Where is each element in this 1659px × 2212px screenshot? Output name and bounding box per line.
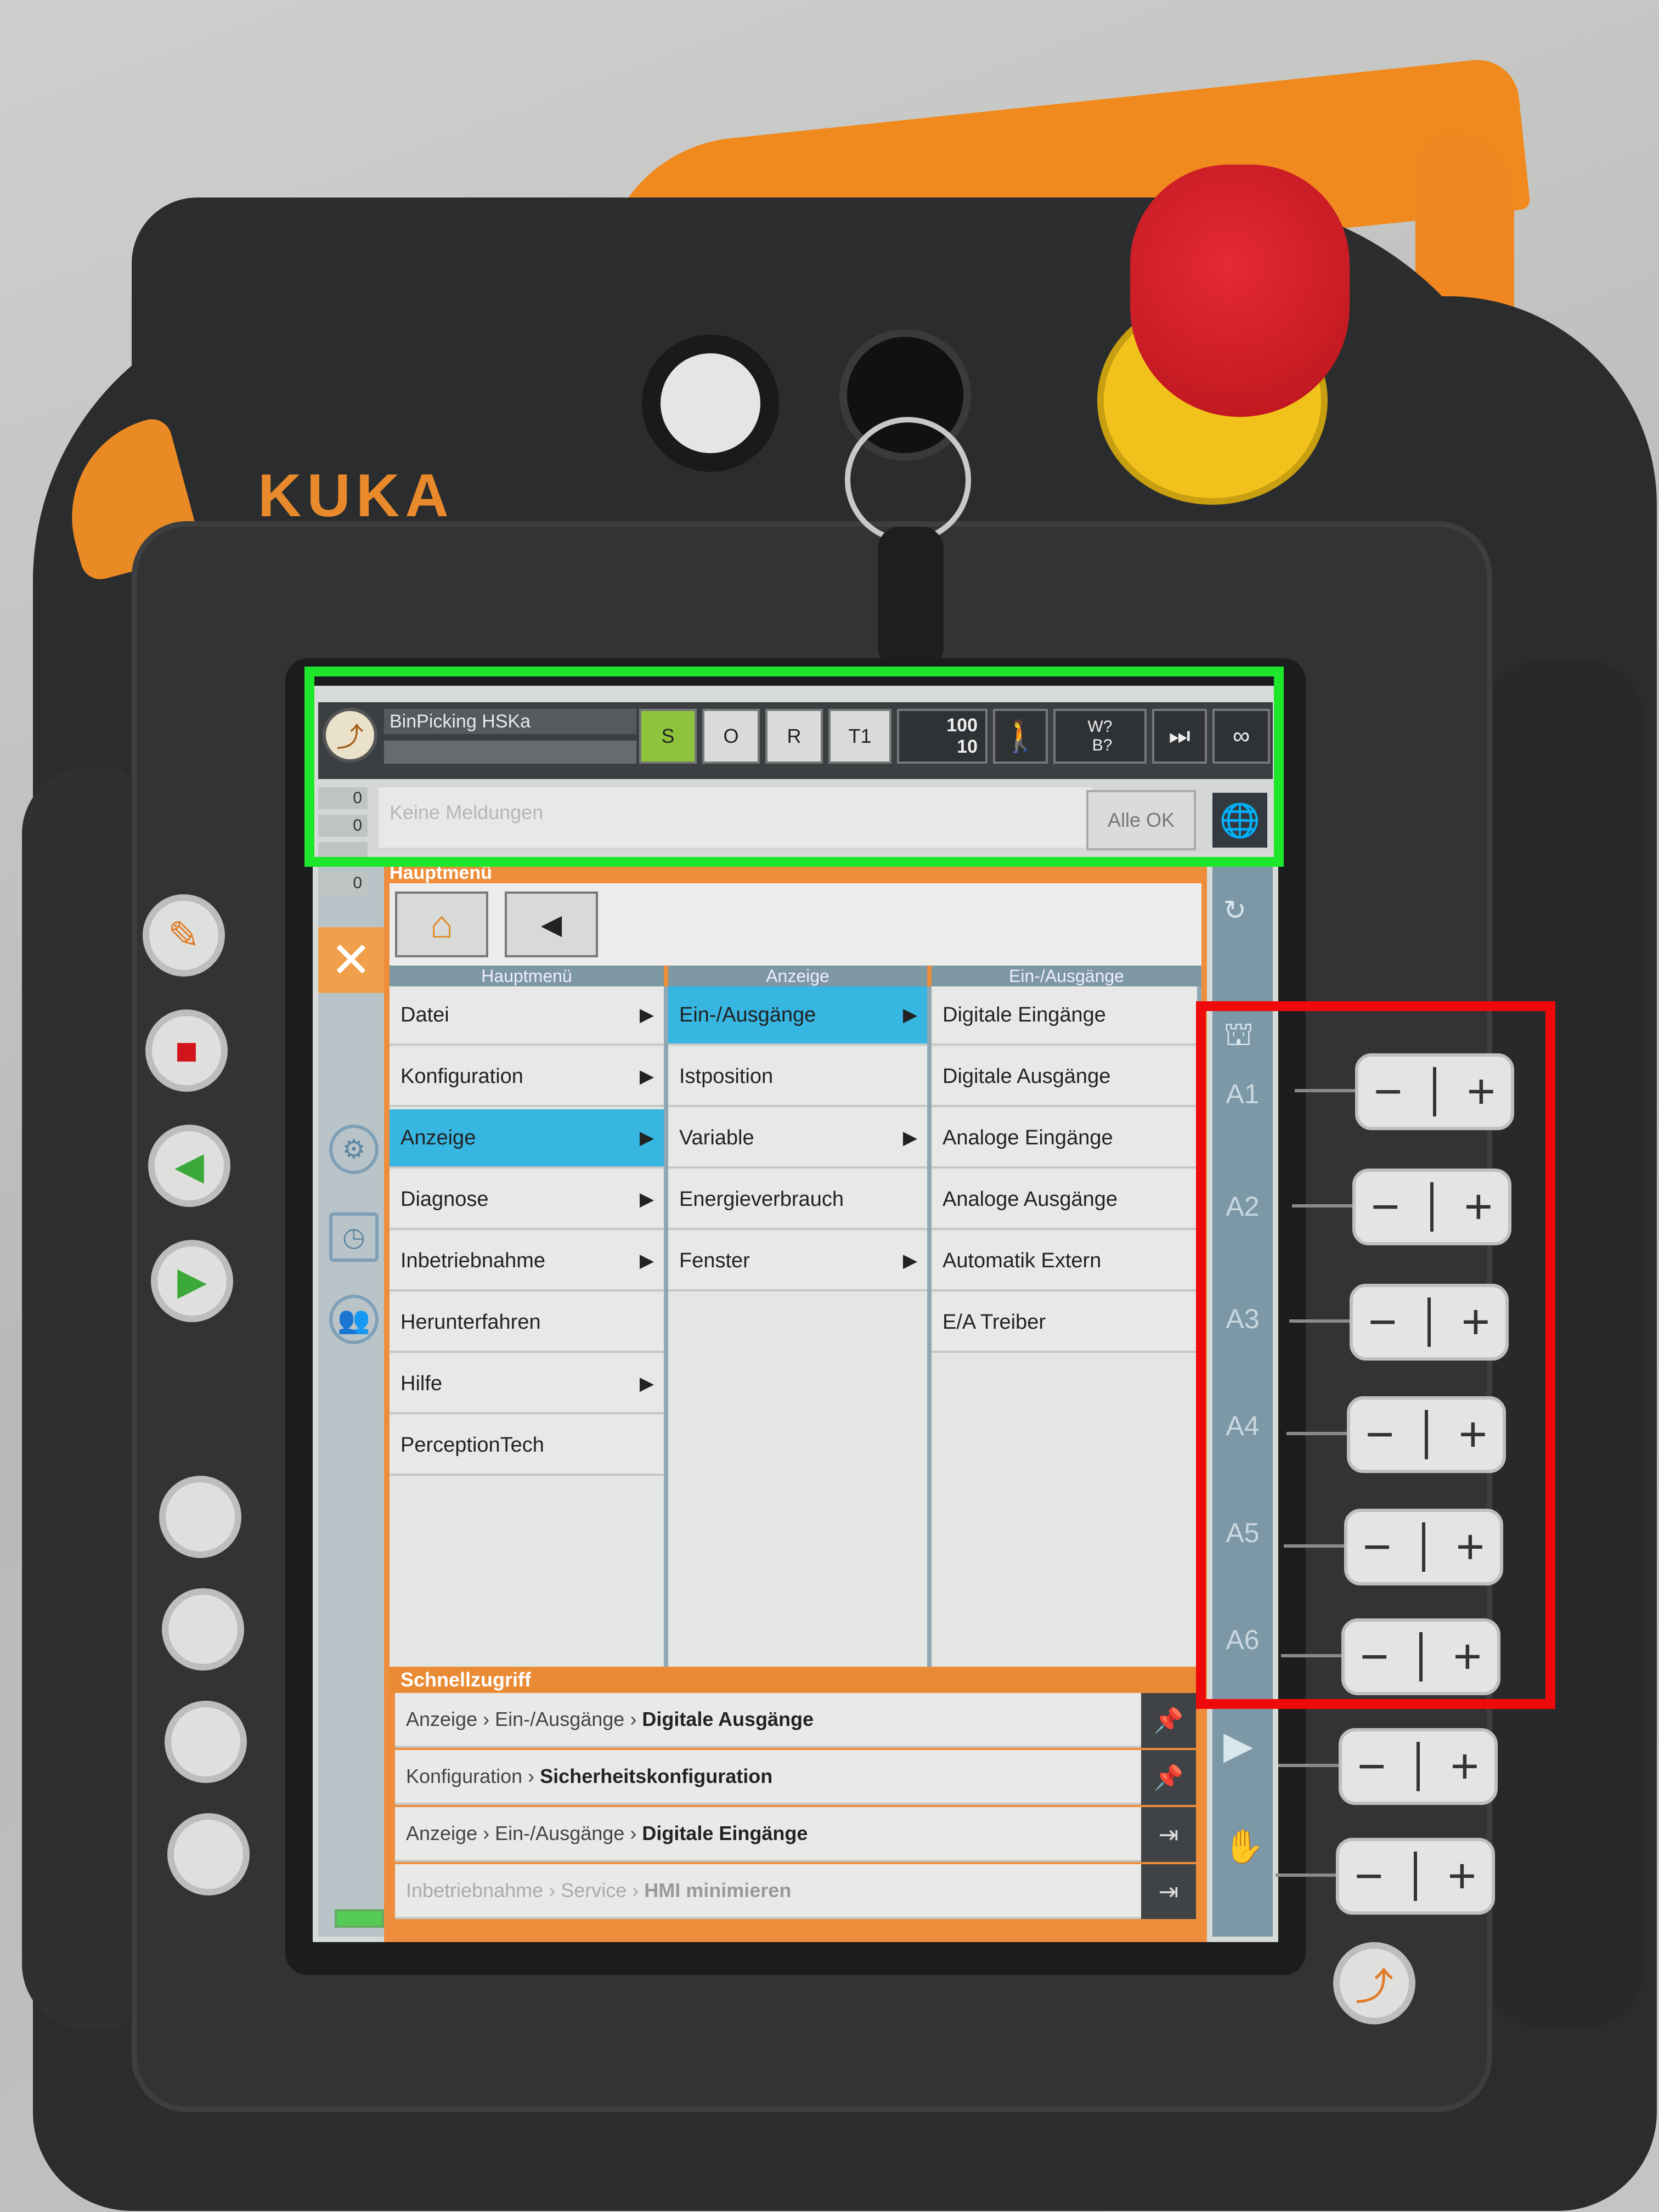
quick-access-title: Schnellzugriff	[390, 1668, 1201, 1692]
key	[878, 527, 944, 669]
submenu-arrow-icon: ▶	[902, 1250, 917, 1271]
pin-icon[interactable]: ⇥	[1141, 1864, 1196, 1919]
users-icon[interactable]: 👥	[329, 1295, 379, 1344]
quick-access-row[interactable]: Inbetriebnahme › Service › HMI minimieren…	[395, 1864, 1196, 1919]
override-jog-key[interactable]: − +	[1336, 1838, 1495, 1915]
menu-item-diagnose[interactable]: Diagnose ▶	[390, 1171, 664, 1230]
jog-connector	[1278, 1764, 1344, 1767]
menu-item-hilfe[interactable]: Hilfe ▶	[390, 1355, 664, 1414]
hmi-screen: ⤴ BinPicking HSKa S O R T1 100 10 🚶 W? B…	[313, 686, 1278, 1942]
kuka-logo: KUKA	[258, 462, 454, 529]
menu-item-analoge-ausgaenge[interactable]: Analoge Ausgänge	[932, 1171, 1197, 1230]
menu-column-main: Datei ▶ Konfiguration ▶ Anzeige ▶ Diagnose ▶…	[390, 986, 668, 1667]
highlight-jog-keys	[1196, 1001, 1555, 1709]
start-backward-icon-button[interactable]: ◀	[148, 1125, 230, 1207]
menu-item-automatik-extern[interactable]: Automatik Extern	[932, 1232, 1197, 1291]
menu-item-ein-ausgaenge[interactable]: Ein-/Ausgänge ▶	[668, 986, 927, 1046]
left-grip	[22, 768, 132, 2030]
gear-icon[interactable]: ⚙	[329, 1125, 379, 1174]
left-rail	[318, 861, 384, 1937]
menu-item-ea-treiber[interactable]: E/A Treiber	[932, 1294, 1197, 1353]
menu-item-anzeige[interactable]: Anzeige ▶	[390, 1109, 664, 1169]
submenu-arrow-icon: ▶	[639, 1127, 654, 1148]
jog-connector	[1276, 1874, 1341, 1877]
menu-item-energieverbrauch[interactable]: Energieverbrauch	[668, 1171, 927, 1230]
status-key-2[interactable]	[162, 1588, 244, 1671]
key-ring	[845, 417, 971, 543]
submenu-arrow-icon: ▶	[902, 1127, 917, 1148]
submenu-arrow-icon: ▶	[639, 1005, 654, 1025]
submenu-arrow-icon: ▶	[902, 1005, 917, 1025]
menu-item-istposition[interactable]: Istposition	[668, 1048, 927, 1107]
column-header-anzeige: Anzeige	[668, 966, 927, 986]
close-icon[interactable]: ✕	[318, 927, 384, 993]
menu-item-digitale-ausgaenge[interactable]: Digitale Ausgänge	[932, 1048, 1197, 1107]
menu-item-analoge-eingaenge[interactable]: Analoge Eingänge	[932, 1109, 1197, 1169]
clock-icon[interactable]: ◷	[329, 1212, 379, 1262]
robot-icon-button[interactable]: ⤴	[1333, 1942, 1415, 2024]
status-key-1[interactable]	[159, 1476, 241, 1558]
submenu-arrow-icon: ▶	[639, 1250, 654, 1271]
menu-item-digitale-eingaenge[interactable]: Digitale Eingänge	[932, 986, 1197, 1046]
pin-icon[interactable]: ⇥	[1141, 1807, 1196, 1862]
rotate-icon[interactable]: ↻	[1223, 894, 1246, 926]
hand-icon[interactable]: ✋	[1223, 1827, 1265, 1866]
pencil-icon-button[interactable]: ✎	[143, 894, 225, 977]
column-header-main: Hauptmenü	[390, 966, 664, 986]
quick-access-row[interactable]: Anzeige › Ein-/Ausgänge › Digitale Ausgän…	[395, 1693, 1196, 1748]
disconnect-button[interactable]	[642, 335, 779, 472]
menu-item-perceptiontech[interactable]: PerceptionTech	[390, 1417, 664, 1476]
menu-item-herunterfahren[interactable]: Herunterfahren	[390, 1294, 664, 1353]
pin-icon[interactable]: 📌	[1141, 1693, 1196, 1748]
menu-item-variable[interactable]: Variable ▶	[668, 1109, 927, 1169]
menu-item-fenster[interactable]: Fenster ▶	[668, 1232, 927, 1291]
stop-icon-button[interactable]: ■	[145, 1009, 228, 1092]
status-key-3[interactable]	[165, 1701, 247, 1783]
emergency-stop-button[interactable]	[1130, 165, 1350, 417]
highlight-status-bar	[304, 667, 1284, 867]
menu-column-anzeige: Ein-/Ausgänge ▶ Istposition Variable ▶ Ene…	[668, 986, 932, 1667]
submenu-arrow-icon: ▶	[639, 1066, 654, 1087]
pin-icon[interactable]: 📌	[1141, 1750, 1196, 1805]
back-icon[interactable]: ◀	[505, 891, 598, 957]
menu-column-io: Digitale Eingänge Digitale Ausgänge Anal…	[932, 986, 1201, 1667]
status-key-4[interactable]	[167, 1813, 250, 1895]
column-header-io: Ein-/Ausgänge	[932, 966, 1201, 986]
quick-access-row[interactable]: Anzeige › Ein-/Ausgänge › Digitale Eingän…	[395, 1807, 1196, 1862]
play-icon[interactable]: ▶	[1223, 1723, 1253, 1768]
menu-item-datei[interactable]: Datei ▶	[390, 986, 664, 1046]
menu-item-inbetriebnahme[interactable]: Inbetriebnahme ▶	[390, 1232, 664, 1291]
submenu-arrow-icon: ▶	[639, 1373, 654, 1394]
submenu-arrow-icon: ▶	[639, 1189, 654, 1210]
home-icon[interactable]: ⌂	[395, 891, 488, 957]
quick-access-row[interactable]: Konfiguration › Sicherheitskonfiguration 📌	[395, 1750, 1196, 1805]
message-counter-4: 0	[318, 872, 368, 894]
jog-key-7[interactable]: − +	[1339, 1728, 1498, 1805]
start-forward-icon-button[interactable]: ▶	[151, 1240, 233, 1322]
battery-icon	[335, 1909, 384, 1928]
menu-item-konfiguration[interactable]: Konfiguration ▶	[390, 1048, 664, 1107]
